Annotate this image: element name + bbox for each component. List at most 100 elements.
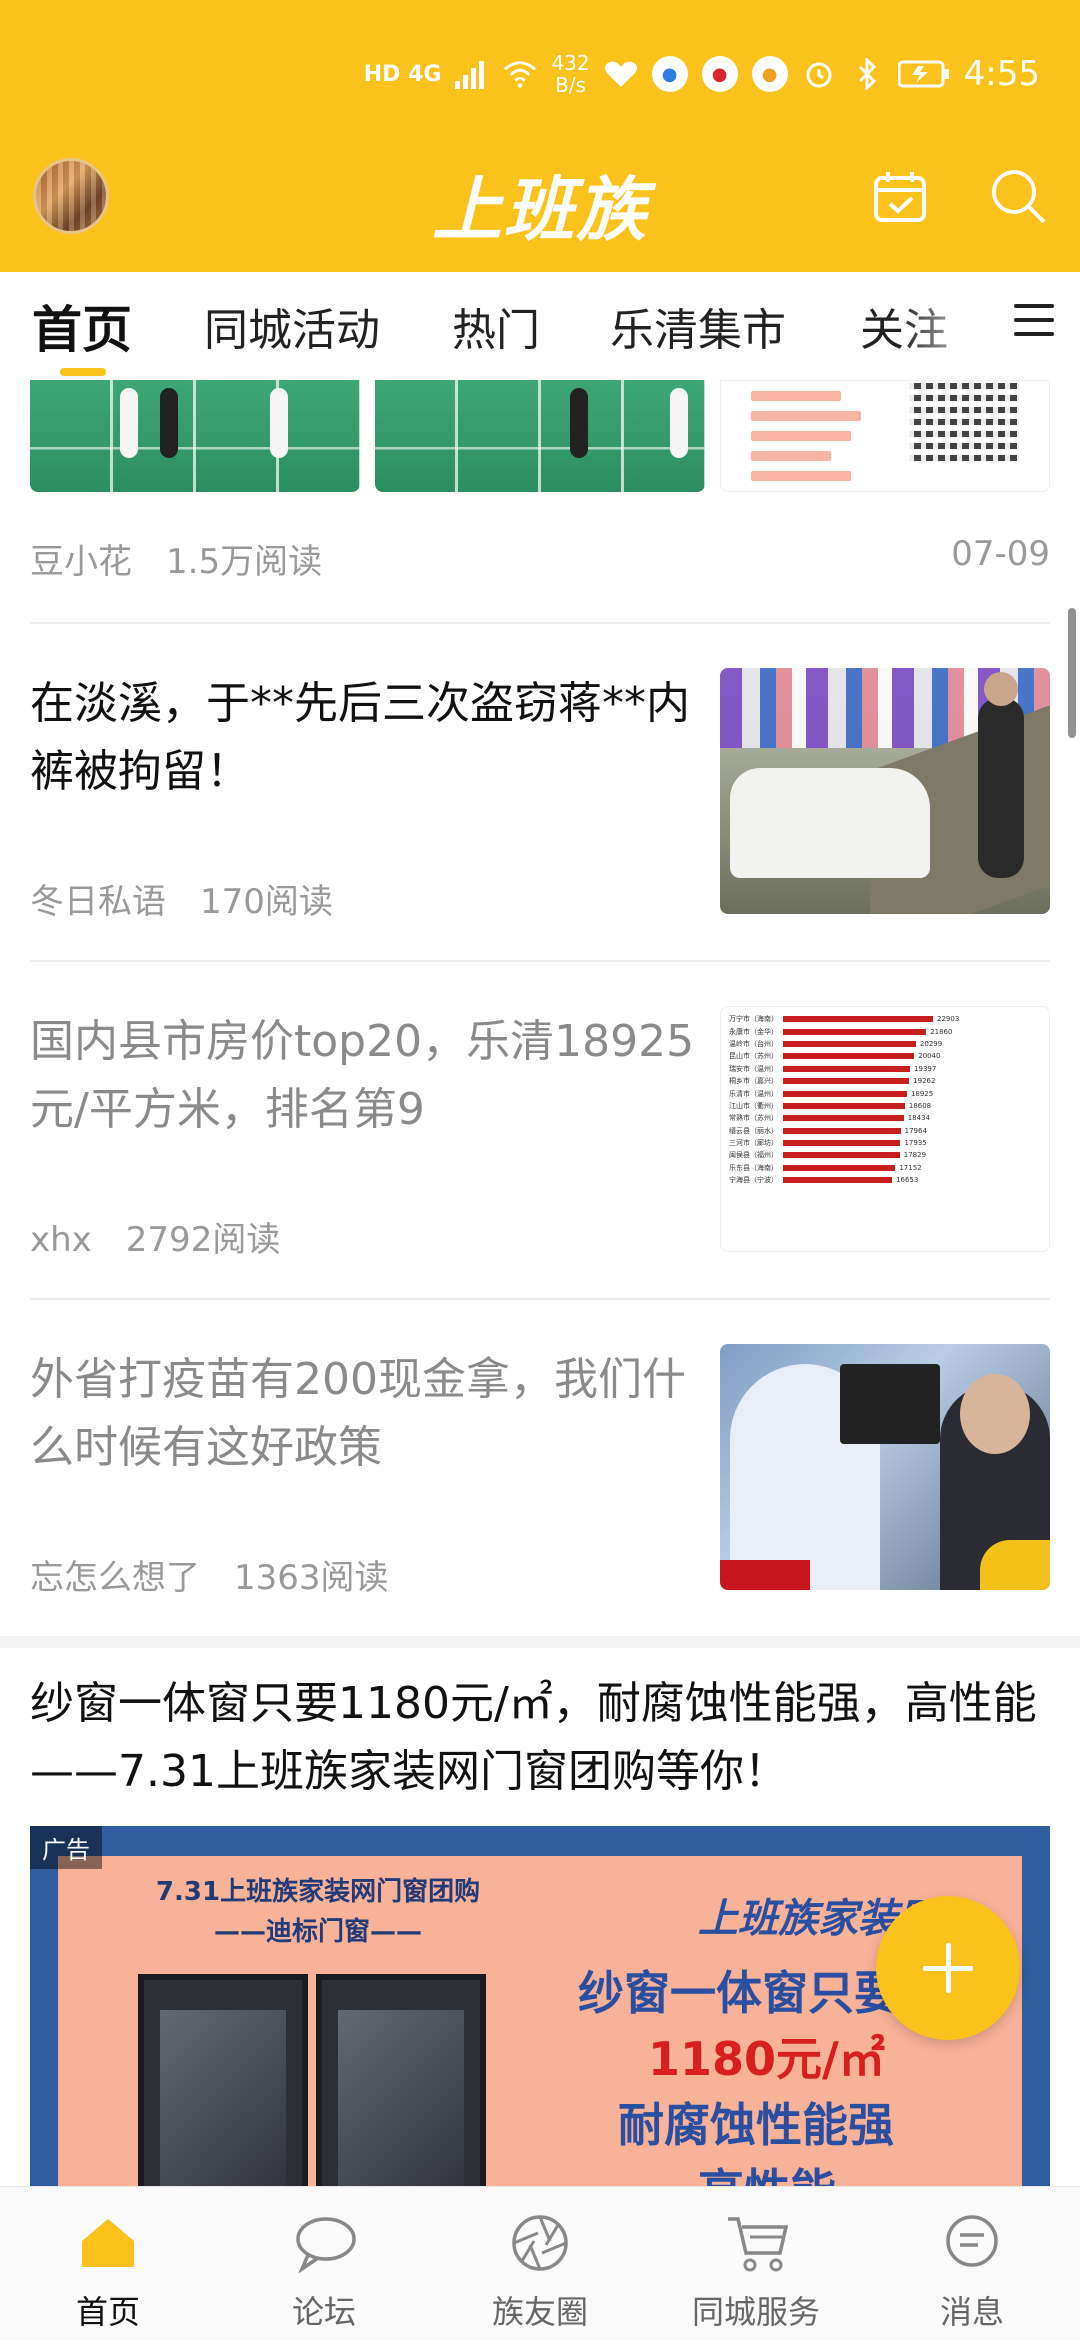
feed-image xyxy=(751,391,841,401)
feed-item-reads: 1363阅读 xyxy=(234,1558,389,1598)
signal-icon xyxy=(455,57,489,91)
feed-image xyxy=(570,388,588,458)
feed-item-title[interactable]: 在淡溪，于**先后三次盗窃蒋**内裤被拘留！ xyxy=(30,670,700,806)
feed-item-meta: 豆小花 1.5万阅读 xyxy=(30,534,322,583)
feed-item-title[interactable]: 外省打疫苗有200现金拿，我们什么时候有这好政策 xyxy=(30,1346,700,1482)
tab-menu-icon[interactable] xyxy=(1014,304,1054,344)
chart-row-label: 瑞安市（温州） xyxy=(729,1064,778,1073)
ad-banner-content: 7.31上班族家装网门窗团购 ——迪标门窗—— 上班族家装网 纱窗一体窗只要 1… xyxy=(58,1856,1022,2186)
chart-bar-value: 18434 xyxy=(907,1114,930,1123)
chart-row-label: 闽侯县（福州） xyxy=(729,1151,778,1160)
nav-home[interactable]: 首页 xyxy=(0,2187,216,2341)
chart-row-label: 三河市（廊坊） xyxy=(729,1139,778,1148)
chart-bar xyxy=(783,1164,896,1171)
nav-forum[interactable]: 论坛 xyxy=(216,2187,432,2341)
chart-row: 闽侯县（福州） 17829 xyxy=(729,1149,1041,1161)
chart-row-label: 永康市（金华） xyxy=(729,1027,778,1036)
chart-bar xyxy=(783,1177,893,1184)
feed-item-reads: 1.5万阅读 xyxy=(166,542,323,582)
chart-row: 桐乡市（嘉兴） 19262 xyxy=(729,1075,1041,1087)
net-speed: 432 B/s xyxy=(551,52,589,96)
nav-friends-circle[interactable]: 族友圈 xyxy=(432,2187,648,2341)
chart-row: 温岭市（台州） 20299 xyxy=(729,1038,1041,1050)
ad-label: 广告 xyxy=(30,1826,102,1869)
chart-row: 昆山市（苏州） 20040 xyxy=(729,1050,1041,1062)
feed-divider xyxy=(30,622,1050,624)
net-speed-value: 432 xyxy=(551,51,590,75)
chart-row: 三河市（廊坊） 17935 xyxy=(729,1137,1041,1149)
chart-row-label: 缙云县（丽水） xyxy=(729,1126,778,1135)
chart-bar-value: 22903 xyxy=(937,1015,960,1024)
chart-bar-value: 21860 xyxy=(930,1027,953,1036)
message-icon xyxy=(942,2213,1002,2273)
tab-yueqing-market[interactable]: 乐清集市 xyxy=(610,294,786,358)
wifi-icon xyxy=(503,57,537,91)
chart-bar-value: 16653 xyxy=(896,1176,919,1185)
chart-row: 瑞安市（温州） 19397 xyxy=(729,1063,1041,1075)
door-image xyxy=(138,1974,308,2186)
home-icon xyxy=(78,2213,138,2273)
feed-item-meta: xhx 2792阅读 xyxy=(30,1212,280,1261)
housing-price-chart: 万宁市（海南） 22903 永康市（金华） 21860 温岭市（台州） 20299 昆山市（… xyxy=(729,1013,1041,1186)
tab-home[interactable]: 首页 xyxy=(32,290,132,362)
create-post-button[interactable] xyxy=(876,1896,1020,2040)
feed-image xyxy=(720,1560,810,1590)
feed-item-reads: 2792阅读 xyxy=(125,1220,281,1260)
nav-label: 论坛 xyxy=(291,2293,356,2331)
chart-bar xyxy=(783,1040,916,1047)
feed-image xyxy=(670,388,688,458)
feed-item-thumbnail[interactable] xyxy=(720,1344,1050,1590)
calendar-checkin-icon[interactable] xyxy=(870,166,930,226)
nav-label: 消息 xyxy=(939,2293,1004,2331)
tab-fade-overlay xyxy=(900,272,1010,380)
section-gap xyxy=(0,1636,1080,1648)
chart-row-label: 温岭市（台州） xyxy=(729,1039,778,1048)
chart-row-label: 昆山市（苏州） xyxy=(729,1052,778,1061)
app-notification-icon: ● xyxy=(701,56,738,92)
chart-bar xyxy=(783,1152,900,1159)
chart-row: 乐东县（海南） 17152 xyxy=(729,1162,1041,1174)
chart-row: 常熟市（苏州） 18434 xyxy=(729,1112,1041,1124)
feed-item-thumbnail[interactable]: 万宁市（海南） 22903 永康市（金华） 21860 温岭市（台州） 20299 昆山市（… xyxy=(720,1006,1050,1252)
chart-row-label: 常熟市（苏州） xyxy=(729,1114,778,1123)
ad-promo-title-line: ——迪标门窗—— xyxy=(213,1917,422,1947)
ad-title[interactable]: 纱窗一体窗只要1180元/㎡，耐腐蚀性能强，高性能——7.31上班族家装网门窗团… xyxy=(30,1670,1050,1806)
feed-image xyxy=(720,380,1050,492)
category-tabs: 首页 同城活动 热门 乐清集市 关注 xyxy=(0,272,1080,380)
app-notification-icon: ● xyxy=(751,56,788,92)
scrollbar[interactable] xyxy=(1068,608,1076,738)
feed-item-author: 忘怎么想了 xyxy=(30,1558,200,1598)
nav-messages[interactable]: 消息 xyxy=(864,2187,1080,2341)
tab-hot[interactable]: 热门 xyxy=(452,294,540,358)
chart-bar xyxy=(783,1102,905,1109)
chart-bar-value: 18925 xyxy=(910,1089,934,1098)
status-bar: HD 4G 432 B/s ● ● ● 4:55 xyxy=(0,0,1080,150)
feed-item-reads: 170阅读 xyxy=(200,882,333,922)
cart-icon xyxy=(726,2213,789,2273)
feed-item-thumbnail[interactable] xyxy=(720,668,1050,914)
feed-image xyxy=(120,388,138,458)
feed-image xyxy=(751,451,831,461)
feed-divider xyxy=(30,960,1050,962)
heart-rate-icon xyxy=(604,57,638,91)
active-tab-indicator xyxy=(60,368,106,376)
nav-local-services[interactable]: 同城服务 xyxy=(648,2187,864,2341)
tab-local-events[interactable]: 同城活动 xyxy=(204,294,380,358)
ad-line-2: 1180元/㎡ xyxy=(648,2032,885,2086)
chart-bar-value: 18608 xyxy=(908,1101,932,1110)
feed-item-images[interactable] xyxy=(30,380,1050,492)
feed-item-title[interactable]: 国内县市房价top20，乐清18925元/平方米，排名第9 xyxy=(30,1008,700,1144)
chart-bar xyxy=(783,1140,901,1147)
chart-row-label: 宁海县（宁波） xyxy=(729,1176,778,1185)
chart-bar-value: 20299 xyxy=(919,1039,943,1048)
chart-row-label: 桐乡市（嘉兴） xyxy=(729,1077,778,1086)
net-speed-unit: B/s xyxy=(555,73,586,97)
feed-image xyxy=(751,411,861,421)
feed-image xyxy=(30,380,360,492)
chart-bar xyxy=(783,1115,904,1122)
feed-image xyxy=(751,471,851,481)
chart-row-label: 江山市（衢州） xyxy=(729,1101,778,1110)
feed-item-meta: 忘怎么想了 1363阅读 xyxy=(30,1550,389,1599)
search-icon[interactable] xyxy=(988,166,1048,226)
chart-bar xyxy=(783,1127,901,1134)
